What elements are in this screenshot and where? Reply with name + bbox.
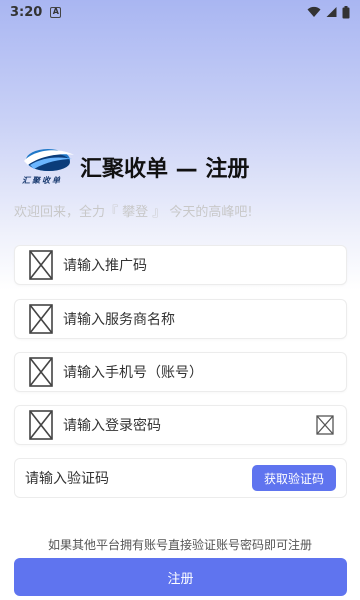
merchant-name-field[interactable]: 请输入服务商名称 [14,299,347,339]
promo-code-placeholder: 请输入推广码 [63,258,147,274]
swoosh-logo-icon [24,149,74,171]
logo-text: 汇聚收单 [22,175,62,185]
status-bar: 3:20 A [0,0,360,24]
status-icons [307,5,350,19]
app-logo: 汇聚收单 [20,145,76,189]
phone-field[interactable]: 请输入手机号（账号） [14,352,347,392]
broken-image-icon [29,357,53,387]
verification-code-placeholder: 请输入验证码 [25,471,109,487]
promo-code-field[interactable]: 请输入推广码 [14,245,347,285]
wifi-icon [307,6,321,17]
get-code-button[interactable]: 获取验证码 [252,465,336,491]
status-time: 3:20 [10,4,43,20]
merchant-name-placeholder: 请输入服务商名称 [63,312,175,328]
password-field[interactable]: 请输入登录密码 [14,405,347,445]
phone-placeholder: 请输入手机号（账号） [63,365,203,381]
signal-icon [326,7,337,17]
broken-image-icon [29,304,53,334]
password-toggle-broken-image-icon[interactable] [316,415,334,435]
verification-code-field[interactable]: 请输入验证码 获取验证码 [14,458,347,498]
brand-header: 汇聚收单 汇聚收单 — 注册 [20,145,320,189]
password-placeholder: 请输入登录密码 [63,418,161,434]
page-title: 汇聚收单 — 注册 [80,157,250,182]
register-button[interactable]: 注册 [14,558,347,596]
broken-image-icon [29,250,53,280]
battery-icon [342,5,350,18]
a-letter-icon: A [50,6,62,18]
register-hint: 如果其他平台拥有账号直接验证账号密码即可注册 [47,538,312,552]
broken-image-icon [29,410,53,440]
welcome-text: 欢迎回来，全力『 攀登 』 今天的高峰吧! [14,205,253,220]
